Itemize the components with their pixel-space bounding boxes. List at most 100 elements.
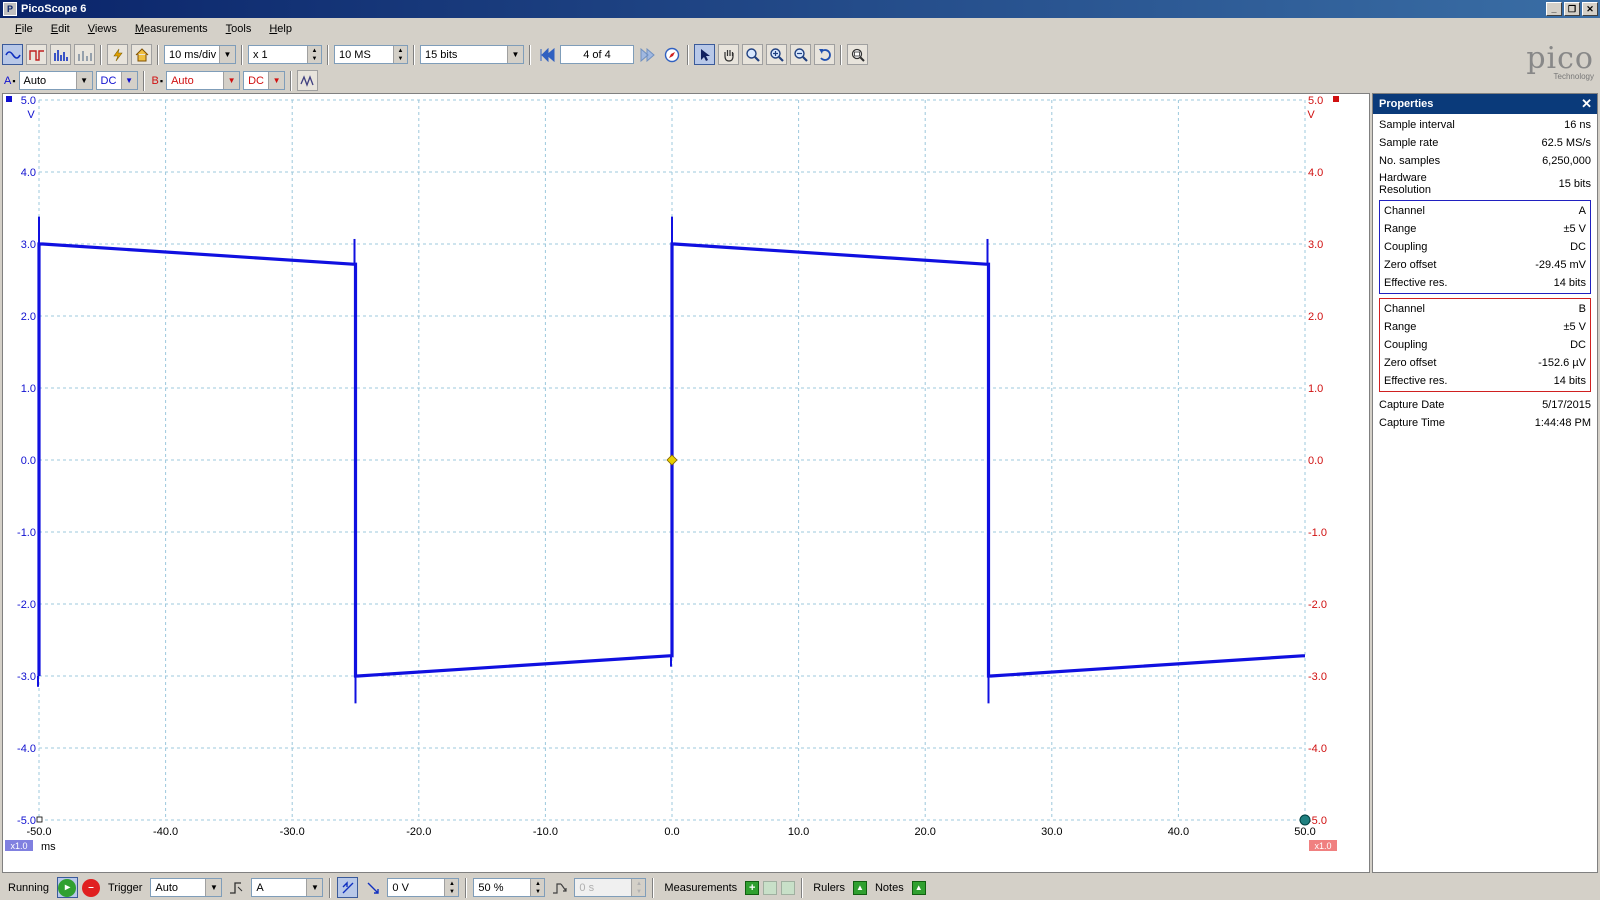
timebase-value: 10 ms/div <box>169 48 217 61</box>
next-buffer-icon[interactable] <box>637 44 658 65</box>
channel-a-marker <box>6 96 12 102</box>
delete-measurement-icon[interactable] <box>781 880 796 895</box>
pointer-tool-icon[interactable] <box>694 44 715 65</box>
channel-b-options-icon[interactable]: ▪ <box>160 76 163 86</box>
navigator-icon[interactable] <box>661 44 682 65</box>
channel-a-coupling-select[interactable]: DC ▼ <box>95 71 138 90</box>
y-tick-label-left: 4.0 <box>21 167 36 179</box>
zoom-stepper[interactable]: x 1 ▲ ▼ <box>248 45 322 64</box>
channel-a-property-key: Zero offset <box>1384 259 1437 271</box>
channel-b-coupling-select[interactable]: DC ▼ <box>243 71 286 90</box>
channel-b-range-value: Auto <box>171 74 194 87</box>
capture-property-key: Capture Time <box>1379 417 1446 429</box>
minimize-button[interactable]: _ <box>1546 2 1562 16</box>
resolution-select[interactable]: 15 bits ▼ <box>420 45 524 64</box>
close-icon[interactable]: ✕ <box>1581 96 1592 112</box>
left-scale-badge: x1.0 <box>10 841 27 851</box>
x-tick-label: 20.0 <box>914 826 935 838</box>
spectrum-mode-icon[interactable] <box>50 44 71 65</box>
trigger-level-stepper[interactable]: 0 V ▲ ▼ <box>387 878 460 897</box>
start-button[interactable]: ▸ <box>56 877 78 898</box>
channel-b-property-key: Channel <box>1384 303 1425 315</box>
stop-button[interactable]: – <box>81 878 100 897</box>
x-tick-label: 0.0 <box>664 826 679 838</box>
timebase-select[interactable]: 10 ms/div ▼ <box>164 45 236 64</box>
pre-trigger-stepper[interactable]: 50 % ▲ ▼ <box>473 878 546 897</box>
zoom-in-icon[interactable] <box>766 44 787 65</box>
trigger-source-select[interactable]: A ▼ <box>251 878 324 897</box>
notes-toggle-icon[interactable]: ▲ <box>911 880 926 895</box>
channel-b-property-value: B <box>1578 303 1586 315</box>
property-row: No. samples 6,250,000 <box>1373 152 1597 170</box>
y-tick-label-right: 4.0 <box>1308 167 1323 179</box>
rising-edge-icon[interactable] <box>337 877 359 898</box>
first-buffer-icon[interactable] <box>536 44 557 65</box>
capture-property-row: Capture Date 5/17/2015 <box>1373 396 1597 414</box>
scope-mode-icon[interactable] <box>2 44 23 65</box>
home-icon[interactable] <box>131 44 152 65</box>
zoom-region-icon[interactable] <box>742 44 763 65</box>
scope-chart[interactable]: -50.0 -40.0 -30.0 -20.0 -10.0 0.0 10.0 20.0 30.0… <box>3 94 1369 872</box>
capture-property-value: 1:44:48 PM <box>1534 417 1591 429</box>
resolution-value: 15 bits <box>425 48 458 61</box>
chevron-down-icon: ▼ <box>75 72 92 89</box>
y-tick-label-left: -2.0 <box>17 599 36 611</box>
zoom-overview-icon[interactable] <box>847 44 868 65</box>
scope-view[interactable]: -50.0 -40.0 -30.0 -20.0 -10.0 0.0 10.0 20.0 30.0… <box>2 93 1370 873</box>
delay-stepper[interactable]: 0 s ▲ ▼ <box>574 878 647 897</box>
property-key: Sample interval <box>1379 119 1455 131</box>
zoom-out-icon[interactable] <box>790 44 811 65</box>
spin-arrows-icon: ▲ ▼ <box>631 879 646 896</box>
menu-item-help[interactable]: Help <box>260 21 301 37</box>
capture-property-row: Capture Time 1:44:48 PM <box>1373 414 1597 432</box>
samples-stepper[interactable]: 10 MS ▲ ▼ <box>334 45 408 64</box>
y-tick-label-right: -5.0 <box>1308 815 1327 827</box>
samples-value: 10 MS <box>339 48 371 61</box>
chevron-down-icon: ▼ <box>223 72 240 89</box>
chevron-down-icon: ▼ <box>306 879 323 896</box>
right-axis-unit: V <box>1307 109 1315 121</box>
app-icon: P <box>3 2 17 16</box>
menu-item-tools[interactable]: Tools <box>217 21 261 37</box>
edit-measurement-icon[interactable] <box>763 880 778 895</box>
y-tick-label-left: -5.0 <box>17 815 36 827</box>
y-tick-label-right: -3.0 <box>1308 671 1327 683</box>
y-tick-label-left: 1.0 <box>21 383 36 395</box>
delay-icon[interactable] <box>549 877 570 898</box>
buffer-position[interactable]: 4 of 4 <box>560 45 634 64</box>
auto-setup-icon[interactable] <box>107 44 128 65</box>
property-value: 62.5 MS/s <box>1541 137 1591 149</box>
y-tick-label-right: -1.0 <box>1308 527 1327 539</box>
menu-item-views[interactable]: Views <box>79 21 126 37</box>
close-button[interactable]: ✕ <box>1582 2 1598 16</box>
channel-b-property-row: Channel B <box>1380 300 1590 318</box>
trigger-type-icon[interactable] <box>226 877 247 898</box>
channel-b-range-select[interactable]: Auto ▼ <box>166 71 241 90</box>
channel-a-property-key: Range <box>1384 223 1417 235</box>
persistence-mode-icon[interactable] <box>26 44 47 65</box>
serial-decode-icon[interactable] <box>74 44 95 65</box>
menu-item-measurements[interactable]: Measurements <box>126 21 217 37</box>
properties-header: Properties ✕ <box>1373 94 1597 114</box>
capture-property-key: Capture Date <box>1379 399 1445 411</box>
channel-b-property-key: Coupling <box>1384 339 1428 351</box>
channel-toolbar: A ▪ Auto ▼ DC ▼ B ▪ Auto ▼ DC ▼ <box>0 68 1370 93</box>
run-status: Running <box>8 881 49 894</box>
add-measurement-icon[interactable]: + <box>745 880 760 895</box>
channel-a-range-select[interactable]: Auto ▼ <box>18 71 93 90</box>
capture-property-value: 5/17/2015 <box>1542 399 1591 411</box>
menu-item-file[interactable]: File <box>6 21 42 37</box>
rulers-toggle-icon[interactable]: ▲ <box>852 880 867 895</box>
math-channel-icon[interactable] <box>297 70 319 91</box>
hand-tool-icon[interactable] <box>718 44 739 65</box>
restore-button[interactable]: ❐ <box>1564 2 1580 16</box>
zoom-value: x 1 <box>253 48 268 61</box>
y-tick-label-right: 3.0 <box>1308 239 1323 251</box>
x-axis-unit: ms <box>41 841 56 853</box>
channel-b-property-key: Zero offset <box>1384 357 1437 369</box>
undo-zoom-icon[interactable] <box>814 44 835 65</box>
menu-item-edit[interactable]: Edit <box>42 21 79 37</box>
falling-edge-icon[interactable] <box>362 877 383 898</box>
trigger-mode-select[interactable]: Auto ▼ <box>150 878 223 897</box>
channel-a-options-icon[interactable]: ▪ <box>12 76 15 86</box>
